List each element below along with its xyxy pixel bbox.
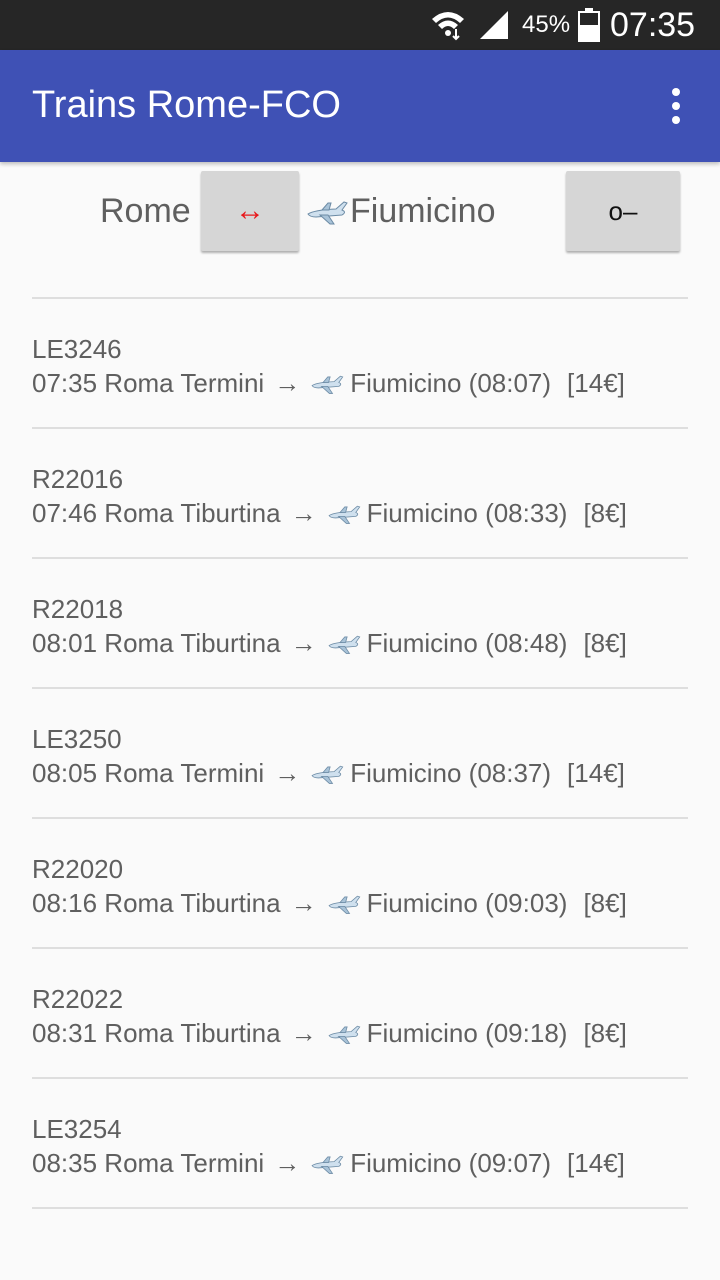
key-icon: o– xyxy=(608,195,638,226)
arrival: Fiumicino (09:03) xyxy=(366,888,568,918)
divider xyxy=(32,1207,688,1209)
divider xyxy=(32,557,688,559)
train-code: R22018 xyxy=(32,594,124,624)
train-route: 08:01 Roma Tiburtina → Fiumicino (08:48)… xyxy=(32,628,627,659)
arrow: → xyxy=(290,888,317,918)
arrival: Fiumicino (08:48) xyxy=(366,628,568,658)
airplane-icon xyxy=(311,1155,344,1174)
divider xyxy=(32,427,688,429)
train-code: LE3246 xyxy=(32,334,122,364)
signal-icon xyxy=(478,0,514,50)
price: [14€] xyxy=(567,368,625,398)
train-row[interactable]: LE3254 08:35 Roma Termini → Fiumicino (0… xyxy=(32,1080,688,1208)
train-code: R22020 xyxy=(32,854,124,884)
train-row[interactable]: LE3246 07:35 Roma Termini → Fiumicino (0… xyxy=(32,300,688,428)
arrival: Fiumicino (08:37) xyxy=(350,758,552,788)
arrow: → xyxy=(274,758,301,788)
departure: 08:16 Roma Tiburtina xyxy=(32,888,281,918)
train-row[interactable]: R22020 08:16 Roma Tiburtina → Fiumicino … xyxy=(32,820,688,948)
route-selector: Rome ↔ Fiumicino o– xyxy=(0,162,720,262)
price: [14€] xyxy=(567,1148,625,1178)
train-code: R22022 xyxy=(32,984,124,1014)
train-route: 07:35 Roma Termini → Fiumicino (08:07) [… xyxy=(32,368,625,399)
train-route: 08:35 Roma Termini → Fiumicino (09:07) [… xyxy=(32,1148,625,1179)
app-title: Trains Rome-FCO xyxy=(32,84,341,126)
status-bar: 45% 07:35 xyxy=(0,0,720,50)
airplane-icon xyxy=(328,1025,360,1044)
train-code: LE3254 xyxy=(32,1114,122,1144)
arrow: → xyxy=(290,628,317,658)
swap-arrow-icon: ↔ xyxy=(235,194,265,227)
destination-label: Fiumicino xyxy=(306,192,495,231)
price: [8€] xyxy=(583,888,627,918)
arrival: Fiumicino (08:33) xyxy=(366,498,568,528)
destination-text: Fiumicino xyxy=(350,192,496,230)
divider xyxy=(32,297,688,299)
clock: 07:35 xyxy=(610,5,696,44)
divider xyxy=(32,1077,688,1079)
airplane-icon xyxy=(328,505,360,524)
arrow: → xyxy=(274,1148,301,1178)
swap-direction-button[interactable]: ↔ xyxy=(201,171,299,251)
price: [8€] xyxy=(583,628,627,658)
train-row[interactable]: R22016 07:46 Roma Tiburtina → Fiumicino … xyxy=(32,430,688,558)
train-route: 08:05 Roma Termini → Fiumicino (08:37) [… xyxy=(32,758,625,789)
arrival: Fiumicino (09:18) xyxy=(366,1018,568,1048)
train-code: R22016 xyxy=(32,464,124,494)
departure: 08:05 Roma Termini xyxy=(32,758,265,788)
price: [8€] xyxy=(583,498,627,528)
arrow: → xyxy=(274,368,301,398)
train-route: 07:46 Roma Tiburtina → Fiumicino (08:33)… xyxy=(32,498,627,529)
overflow-menu-icon[interactable] xyxy=(656,80,696,132)
train-code: LE3250 xyxy=(32,724,122,754)
wifi-icon xyxy=(430,0,470,50)
train-route: 08:16 Roma Tiburtina → Fiumicino (09:03)… xyxy=(32,888,627,919)
airplane-icon xyxy=(328,895,360,914)
arrow: → xyxy=(290,498,317,528)
train-row[interactable]: LE3250 08:05 Roma Termini → Fiumicino (0… xyxy=(32,690,688,818)
departure: 07:35 Roma Termini xyxy=(32,368,265,398)
train-row[interactable]: R22018 08:01 Roma Tiburtina → Fiumicino … xyxy=(32,560,688,688)
divider xyxy=(32,947,688,949)
train-row[interactable]: R22022 08:31 Roma Tiburtina → Fiumicino … xyxy=(32,950,688,1078)
arrow: → xyxy=(290,1018,317,1048)
airplane-icon xyxy=(311,375,344,394)
departure: 08:01 Roma Tiburtina xyxy=(32,628,281,658)
battery-icon xyxy=(578,0,602,50)
origin-label: Rome xyxy=(100,192,191,230)
divider xyxy=(32,817,688,819)
app-bar: Trains Rome-FCO xyxy=(0,50,720,162)
airplane-icon xyxy=(307,200,348,224)
price: [14€] xyxy=(567,758,625,788)
departure: 08:35 Roma Termini xyxy=(32,1148,265,1178)
departure: 07:46 Roma Tiburtina xyxy=(32,498,281,528)
arrival: Fiumicino (08:07) xyxy=(350,368,552,398)
departure: 08:31 Roma Tiburtina xyxy=(32,1018,281,1048)
key-button[interactable]: o– xyxy=(566,171,680,251)
price: [8€] xyxy=(583,1018,627,1048)
airplane-icon xyxy=(311,765,344,784)
train-route: 08:31 Roma Tiburtina → Fiumicino (09:18)… xyxy=(32,1018,627,1049)
airplane-icon xyxy=(328,635,360,654)
arrival: Fiumicino (09:07) xyxy=(350,1148,552,1178)
divider xyxy=(32,687,688,689)
battery-percent: 45% xyxy=(522,11,571,38)
